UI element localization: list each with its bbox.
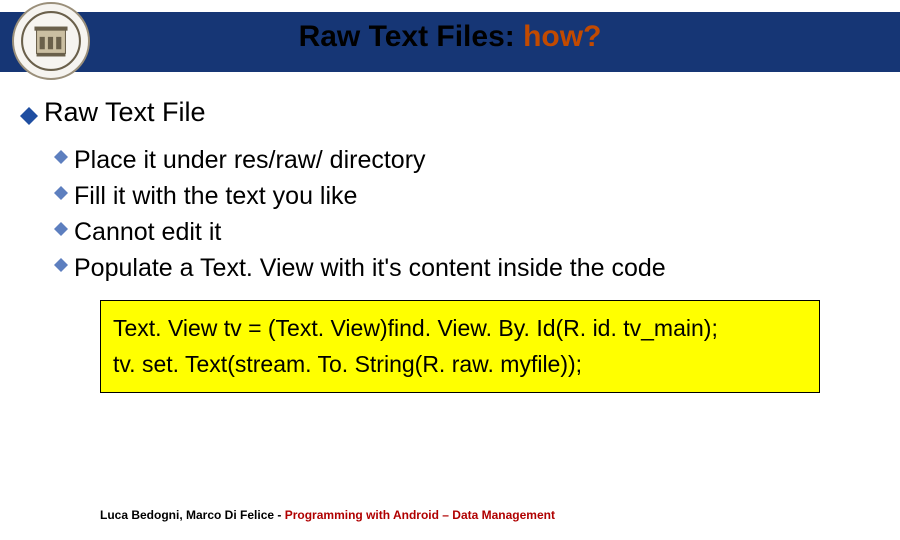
list-item-text: Fill it with the text you like <box>74 178 357 214</box>
list-item: Place it under res/raw/ directory <box>54 142 880 178</box>
heading-text: Raw Text File <box>44 95 206 130</box>
slide-title: Raw Text Files: how? <box>0 20 900 54</box>
main-heading: Raw Text File <box>20 95 880 130</box>
diamond-bullet-icon <box>54 179 68 193</box>
title-accent: how? <box>523 20 601 53</box>
list-item-text: Place it under res/raw/ directory <box>74 142 426 178</box>
code-line: Text. View tv = (Text. View)find. View. … <box>113 311 807 347</box>
content-area: Raw Text File Place it under res/raw/ di… <box>20 95 880 393</box>
title-prefix: Raw Text Files: <box>299 20 524 53</box>
code-line: tv. set. Text(stream. To. String(R. raw.… <box>113 347 807 383</box>
bullet-list: Place it under res/raw/ directory Fill i… <box>54 142 880 286</box>
diamond-bullet-icon <box>54 143 68 157</box>
code-snippet-box: Text. View tv = (Text. View)find. View. … <box>100 300 820 393</box>
list-item: Cannot edit it <box>54 214 880 250</box>
footer-authors: Luca Bedogni, Marco Di Felice <box>100 508 274 522</box>
list-item-text: Cannot edit it <box>74 214 221 250</box>
list-item: Fill it with the text you like <box>54 178 880 214</box>
footer-separator: - <box>274 508 285 522</box>
slide: Raw Text Files: how? Raw Text File Place… <box>0 0 900 540</box>
footer-subtitle: Programming with Android – Data Manageme… <box>285 508 555 522</box>
diamond-bullet-icon <box>20 98 38 116</box>
diamond-bullet-icon <box>54 215 68 229</box>
list-item-text: Populate a Text. View with it's content … <box>74 250 666 286</box>
diamond-bullet-icon <box>54 251 68 265</box>
footer: Luca Bedogni, Marco Di Felice - Programm… <box>100 508 555 522</box>
list-item: Populate a Text. View with it's content … <box>54 250 880 286</box>
